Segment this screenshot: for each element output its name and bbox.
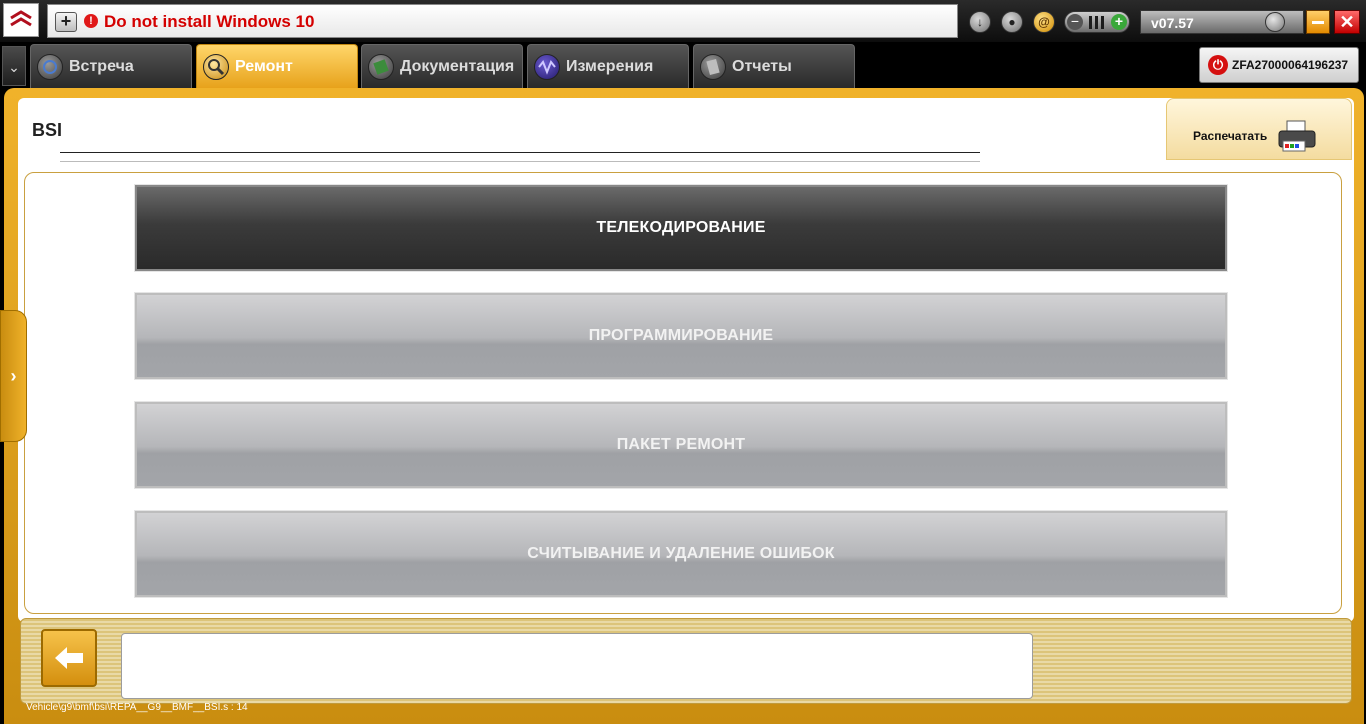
tab-label: Ремонт [235, 58, 293, 75]
minimize-button[interactable] [1306, 10, 1330, 34]
bottom-bar [20, 618, 1352, 704]
tab-repair[interactable]: Ремонт [196, 44, 358, 88]
menu-item-label: ТЕЛЕКОДИРОВАНИЕ [596, 219, 766, 236]
vin-badge[interactable]: ⏻ ZFA27000064196237 [1199, 47, 1359, 83]
warning-icon: ! [84, 14, 98, 28]
side-panel-expand-icon[interactable]: › [0, 310, 27, 442]
tab-bar: ⌄ Встреча Ремонт Документация Измерения … [0, 42, 1366, 88]
page-title: BSI [32, 120, 63, 140]
chevron-down-icon[interactable]: ⌄ [2, 46, 26, 86]
menu-item-label: ПАКЕТ РЕМОНТ [616, 436, 746, 453]
arrow-left-icon [55, 647, 83, 669]
menu-item-repair-package[interactable]: ПАКЕТ РЕМОНТ [135, 402, 1227, 488]
tab-label: Отчеты [732, 58, 792, 75]
magnifier-icon [203, 54, 229, 80]
tab-reports[interactable]: Отчеты [693, 44, 855, 88]
message-box [121, 633, 1033, 699]
meeting-icon [37, 54, 63, 80]
user-icon[interactable]: ● [1001, 11, 1023, 33]
title-divider [60, 152, 980, 162]
volume-level-icon [1089, 16, 1105, 29]
menu-item-label: СЧИТЫВАНИЕ И УДАЛЕНИЕ ОШИБОК [527, 545, 835, 562]
print-label: Распечатать [1193, 129, 1268, 143]
printer-icon [1278, 120, 1316, 152]
email-icon[interactable]: @ [1033, 11, 1055, 33]
volume-control[interactable]: − + [1064, 11, 1130, 33]
menu-item-telecoding[interactable]: ТЕЛЕКОДИРОВАНИЕ [135, 185, 1227, 271]
tab-label: Встреча [69, 58, 134, 75]
power-icon: ⏻ [1208, 55, 1228, 75]
citroen-logo-icon [3, 3, 39, 37]
notice-bar: + ! Do not install Windows 10 [47, 4, 958, 38]
document-icon [700, 54, 726, 80]
menu-item-label: ПРОГРАММИРОВАНИЕ [588, 327, 774, 344]
script-path: Vehicle\g9\bmf\bsi\REPA__G9__BMF__BSI.s … [26, 702, 248, 713]
back-button[interactable] [41, 629, 97, 687]
menu-item-programming[interactable]: ПРОГРАММИРОВАНИЕ [135, 293, 1227, 379]
tab-meeting[interactable]: Встреча [30, 44, 192, 88]
print-button[interactable]: Распечатать [1166, 98, 1352, 160]
menu-area: ТЕЛЕКОДИРОВАНИЕ ПРОГРАММИРОВАНИЕ ПАКЕТ Р… [24, 172, 1342, 614]
tab-documentation[interactable]: Документация [361, 44, 523, 88]
notice-text: Do not install Windows 10 [104, 12, 315, 31]
waveform-icon [534, 54, 560, 80]
book-icon [368, 54, 394, 80]
add-button[interactable]: + [55, 12, 77, 32]
main-frame: BSI Распечатать ТЕЛЕКОДИРОВАНИЕ ПРОГРАММ… [4, 88, 1364, 724]
tab-label: Документация [400, 58, 515, 75]
volume-up-icon[interactable]: + [1111, 14, 1127, 30]
version-box: v07.57 [1140, 10, 1304, 34]
tab-label: Измерения [566, 58, 654, 75]
top-bar: + ! Do not install Windows 10 ↓ ● @ − + … [0, 0, 1366, 42]
settings-knob-icon[interactable] [1265, 12, 1285, 32]
vin-number: ZFA27000064196237 [1232, 58, 1349, 72]
version-label: v07.57 [1151, 15, 1194, 31]
download-icon[interactable]: ↓ [969, 11, 991, 33]
menu-item-read-clear-faults[interactable]: СЧИТЫВАНИЕ И УДАЛЕНИЕ ОШИБОК [135, 511, 1227, 597]
close-button[interactable]: ✕ [1334, 10, 1360, 34]
volume-down-icon[interactable]: − [1067, 14, 1083, 30]
tab-measurements[interactable]: Измерения [527, 44, 689, 88]
